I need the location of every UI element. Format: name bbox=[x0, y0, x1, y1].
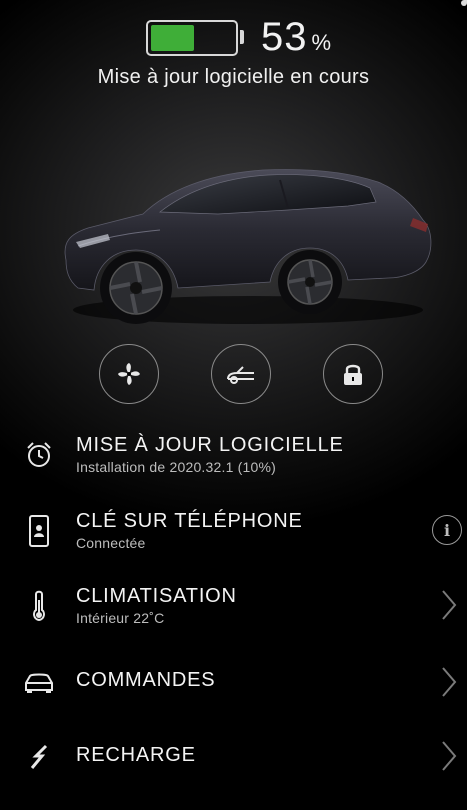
battery-percentage: 53% bbox=[261, 14, 332, 64]
menu-controls[interactable]: COMMANDES bbox=[0, 664, 467, 734]
menu-subtitle: Connectée bbox=[76, 535, 146, 551]
battery-icon bbox=[146, 20, 238, 56]
fan-button[interactable] bbox=[99, 344, 159, 404]
chevron-right-icon bbox=[442, 667, 457, 697]
battery-cap bbox=[240, 30, 244, 44]
battery-level-fill bbox=[151, 25, 194, 51]
battery-percentage-value: 53 bbox=[261, 15, 308, 59]
info-icon: i bbox=[443, 520, 451, 540]
car-image bbox=[64, 169, 432, 324]
status-indicator bbox=[461, 0, 467, 6]
battery-percentage-sign: % bbox=[311, 30, 333, 55]
menu-title: RECHARGE bbox=[76, 744, 196, 766]
car-icon bbox=[22, 666, 56, 700]
info-button[interactable]: i bbox=[432, 515, 462, 545]
menu-subtitle: Installation de 2020.32.1 (10%) bbox=[76, 459, 276, 475]
chevron-right-icon bbox=[442, 741, 457, 771]
chevron-right-icon bbox=[442, 590, 457, 620]
alarm-clock-icon bbox=[22, 438, 56, 472]
fan-icon bbox=[118, 363, 140, 385]
lock-button[interactable] bbox=[323, 344, 383, 404]
menu-title: MISE À JOUR LOGICIELLE bbox=[76, 434, 344, 456]
frunk-icon bbox=[227, 366, 254, 384]
update-status-text: Mise à jour logicielle en cours bbox=[97, 66, 370, 88]
menu-title: COMMANDES bbox=[76, 669, 216, 691]
phone-key-icon bbox=[22, 514, 56, 548]
menu-title: CLIMATISATION bbox=[76, 585, 237, 607]
battery-header: 53% bbox=[0, 14, 467, 64]
menu-climate[interactable]: CLIMATISATION Intérieur 22˚C bbox=[0, 581, 467, 651]
menu-title: CLÉ SUR TÉLÉPHONE bbox=[76, 510, 303, 532]
thermometer-icon bbox=[22, 589, 56, 623]
menu-software-update[interactable]: MISE À JOUR LOGICIELLE Installation de 2… bbox=[0, 430, 467, 500]
menu-subtitle: Intérieur 22˚C bbox=[76, 610, 165, 626]
lightning-icon bbox=[22, 740, 56, 774]
menu-phone-key[interactable]: CLÉ SUR TÉLÉPHONE Connectée i bbox=[0, 506, 467, 576]
frunk-button[interactable] bbox=[211, 344, 271, 404]
lock-icon bbox=[344, 364, 362, 385]
